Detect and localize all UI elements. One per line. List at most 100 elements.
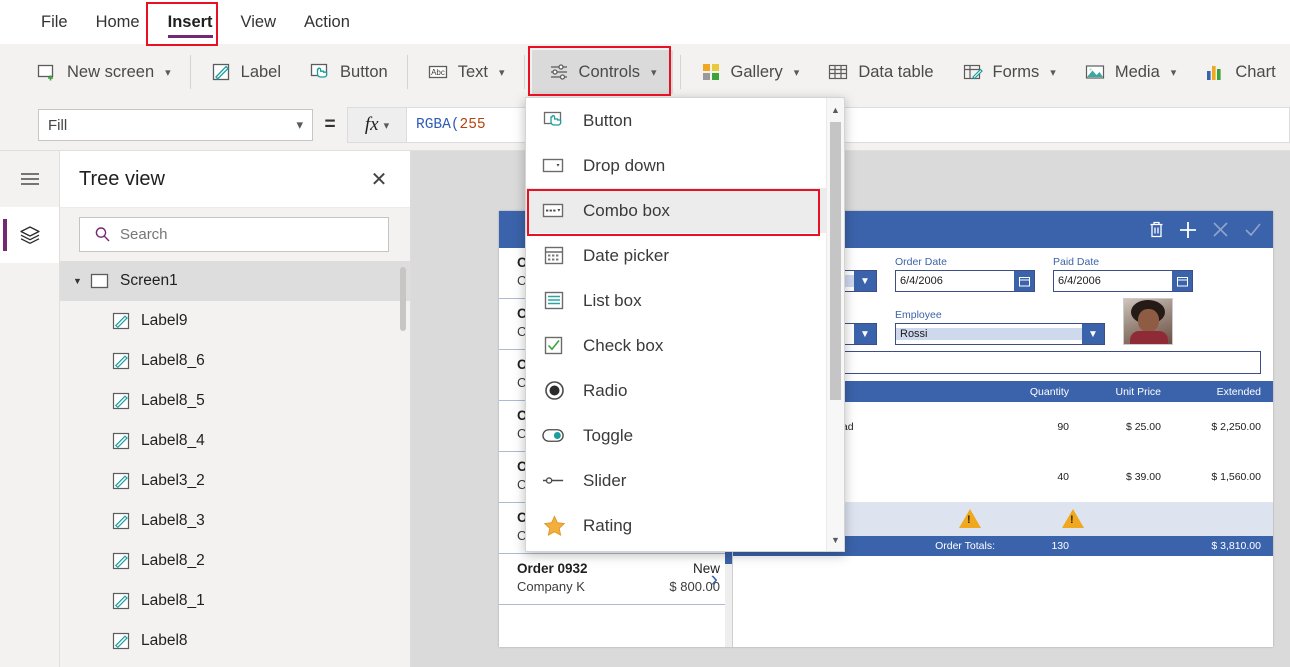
confirm-icon[interactable] — [1243, 220, 1263, 239]
tree-node-label: Label8_4 — [141, 432, 205, 449]
tree-node-label8-2[interactable]: Label8_2 — [60, 541, 410, 581]
menu-item-toggle[interactable]: Toggle — [526, 413, 844, 458]
menu-item-label: Insert — [167, 12, 213, 31]
menu-item-action[interactable]: Action — [290, 0, 364, 44]
calendar-icon[interactable] — [1014, 271, 1034, 291]
tree-node-label8-6[interactable]: Label8_6 — [60, 341, 410, 381]
chart-icon — [1207, 66, 1221, 80]
chevron-down-icon: ▾ — [296, 117, 303, 132]
ribbon-button-label: Chart — [1235, 62, 1276, 81]
tree-node-label8-3[interactable]: Label8_3 — [60, 501, 410, 541]
ribbon-label-button[interactable]: Label — [198, 50, 293, 94]
chevron-down-icon[interactable]: ▼ — [1082, 324, 1104, 344]
menu-scrollbar[interactable]: ▲ ▼ — [826, 98, 844, 551]
property-selector-value: Fill — [48, 116, 68, 134]
order-date-picker[interactable]: 6/4/2006 — [895, 270, 1035, 292]
fx-button[interactable]: fx ▾ — [347, 107, 407, 143]
menu-item-insert[interactable]: Insert — [154, 0, 227, 44]
tree-scrollbar-thumb[interactable] — [400, 267, 406, 331]
ribbon-button-label: Media — [1114, 62, 1160, 81]
ribbon-controls-button[interactable]: Controls ▾ — [531, 50, 673, 94]
menu-item-list-box[interactable]: List box — [526, 278, 844, 323]
tree-node-label: Label9 — [141, 312, 188, 329]
ribbon-chart-button[interactable]: Chart — [1192, 50, 1287, 94]
avatar-body — [1130, 331, 1168, 344]
button-icon — [310, 63, 328, 78]
search-input[interactable]: Search — [79, 217, 389, 252]
expand-caret-icon[interactable]: ▼ — [73, 276, 87, 286]
chevron-down-icon: ▾ — [165, 66, 171, 79]
add-icon[interactable] — [1178, 220, 1198, 240]
menu-item-view[interactable]: View — [227, 0, 290, 44]
data-table-icon — [829, 64, 848, 80]
ribbon-new-screen-button[interactable]: New screen ▾ — [24, 50, 183, 94]
menu-item-drop-down[interactable]: Drop down — [526, 143, 844, 188]
field-label: Paid Date — [1053, 256, 1100, 268]
menu-item-home[interactable]: Home — [82, 0, 154, 44]
cancel-icon[interactable] — [1211, 220, 1230, 239]
chevron-down-icon[interactable]: ▼ — [854, 271, 876, 291]
field-employee: Employee Rossi ▼ — [895, 309, 1105, 345]
tree-node-label8-5[interactable]: Label8_5 — [60, 381, 410, 421]
tree-search-row: Search — [60, 208, 410, 261]
menu-item-rating[interactable]: Rating — [526, 503, 844, 548]
tree-node-list[interactable]: ▼ Screen1 Label9 Label8_6 Label8_5 Label… — [60, 261, 410, 665]
menu-item-date-picker[interactable]: Date picker — [526, 233, 844, 278]
menu-item-combo-box[interactable]: Combo box — [526, 188, 844, 233]
formula-number-token: 255 — [459, 117, 486, 133]
menu-item-slider[interactable]: Slider — [526, 458, 844, 503]
button-icon — [542, 109, 566, 133]
warning-icon — [959, 509, 981, 528]
tree-node-label8-1[interactable]: Label8_1 — [60, 581, 410, 621]
label-icon — [112, 632, 130, 650]
ribbon-gallery-button[interactable]: Gallery ▾ — [688, 50, 812, 94]
menu-item-label: Radio — [583, 380, 628, 400]
chevron-down-icon: ▾ — [793, 66, 800, 79]
hamburger-menu-button[interactable] — [0, 151, 59, 207]
tree-node-label8[interactable]: Label8 — [60, 621, 410, 661]
employee-photo — [1123, 298, 1173, 345]
close-icon[interactable]: ✕ — [366, 166, 392, 192]
menu-item-label: List box — [583, 290, 642, 310]
calendar-icon[interactable] — [1172, 271, 1192, 291]
chevron-up-icon[interactable]: ▲ — [827, 101, 844, 118]
controls-dropdown-menu[interactable]: Button Drop down Combo box Date picker L… — [525, 97, 845, 552]
controls-icon — [550, 64, 567, 80]
tree-node-label8-4[interactable]: Label8_4 — [60, 421, 410, 461]
list-item[interactable]: Order 0932 New Company K $ 800.00 › — [499, 554, 732, 605]
label-icon — [112, 592, 130, 610]
menu-scrollbar-thumb[interactable] — [830, 122, 841, 400]
tree-view-rail-button[interactable] — [0, 207, 59, 263]
menu-item-file[interactable]: File — [27, 0, 82, 44]
property-selector[interactable]: Fill ▾ — [38, 109, 313, 141]
label-icon — [112, 552, 130, 570]
tree-node-screen1[interactable]: ▼ Screen1 — [60, 261, 410, 301]
company-name: Company K — [517, 579, 585, 594]
ribbon-text-button[interactable]: Abc Text ▾ — [415, 50, 517, 94]
column-header-quantity: Quantity — [1029, 385, 1069, 398]
ribbon-data-table-button[interactable]: Data table — [815, 50, 945, 94]
chevron-down-icon[interactable]: ▼ — [854, 324, 876, 344]
tree-node-label3-2[interactable]: Label3_2 — [60, 461, 410, 501]
ribbon-button-label: Text — [457, 62, 489, 81]
chevron-right-icon[interactable]: › — [711, 566, 718, 592]
menu-item-check-box[interactable]: Check box — [526, 323, 844, 368]
label-icon — [212, 63, 229, 81]
field-label: Employee — [895, 309, 942, 321]
field-value: 6/4/2006 — [1058, 275, 1101, 287]
ribbon-button-button[interactable]: Button — [297, 50, 400, 94]
tree-node-label9[interactable]: Label9 — [60, 301, 410, 341]
ribbon-forms-button[interactable]: Forms ▾ — [950, 50, 1068, 94]
chevron-down-icon[interactable]: ▼ — [827, 531, 844, 548]
employee-dropdown[interactable]: Rossi ▼ — [895, 323, 1105, 345]
search-placeholder: Search — [120, 226, 168, 243]
menu-item-label: Slider — [583, 470, 627, 490]
menu-item-label: Rating — [583, 515, 633, 535]
delete-icon[interactable] — [1148, 220, 1165, 239]
ribbon-media-button[interactable]: Media ▾ — [1072, 50, 1188, 94]
label-icon — [112, 432, 130, 450]
menu-item-radio[interactable]: Radio — [526, 368, 844, 413]
tree-node-label: Label3_2 — [141, 472, 205, 489]
paid-date-picker[interactable]: 6/4/2006 — [1053, 270, 1193, 292]
menu-item-button[interactable]: Button — [526, 98, 844, 143]
